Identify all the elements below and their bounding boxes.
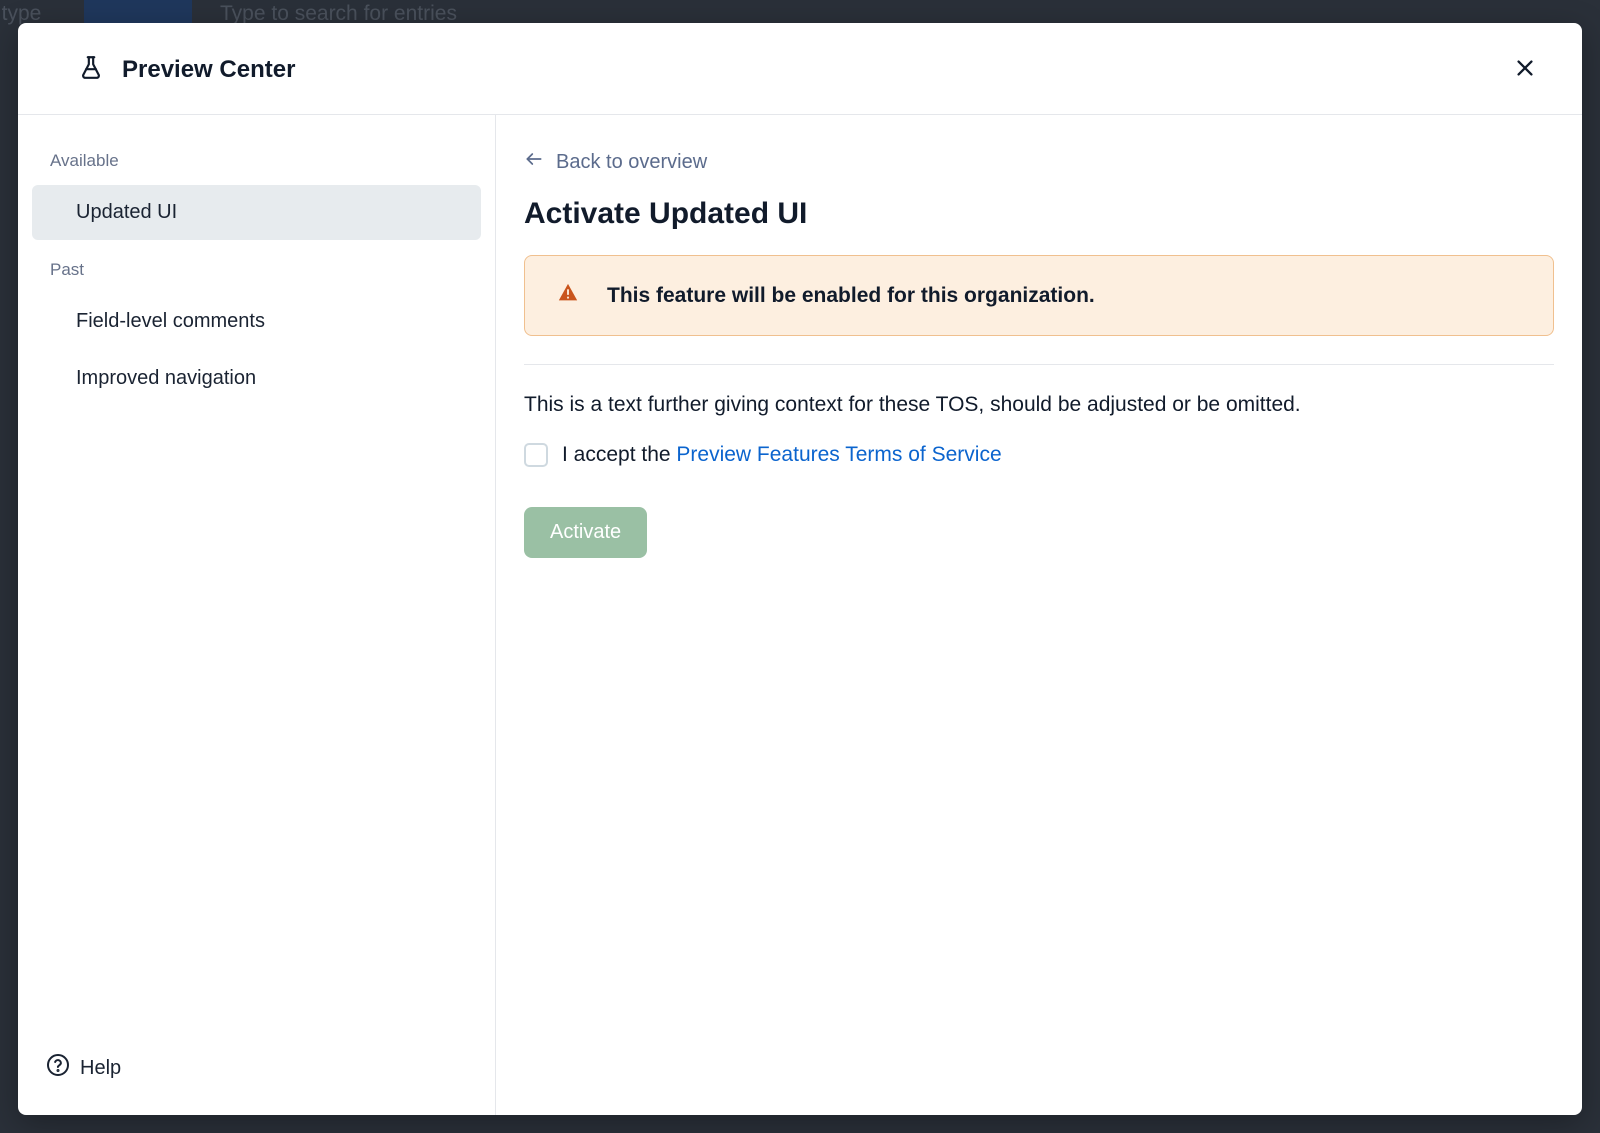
close-button[interactable] [1508,51,1542,88]
tos-accept-checkbox[interactable] [524,443,548,467]
sidebar: Available Updated UI Past Field-level co… [18,115,496,1115]
back-label: Back to overview [556,151,707,174]
tos-link[interactable]: Preview Features Terms of Service [676,443,1001,466]
modal-title-group: Preview Center [78,54,295,85]
close-icon [1514,57,1536,82]
warning-banner: This feature will be enabled for this or… [524,255,1554,336]
sidebar-item-improved-nav[interactable]: Improved navigation [32,351,481,406]
sidebar-item-field-comments[interactable]: Field-level comments [32,294,481,349]
flask-icon [78,54,104,85]
accept-prefix: I accept the [562,443,676,466]
sidebar-section-past: Past [32,242,481,294]
sidebar-section-available: Available [32,145,481,185]
sidebar-item-updated-ui[interactable]: Updated UI [32,185,481,240]
context-text: This is a text further giving context fo… [524,393,1554,417]
help-icon [46,1053,70,1083]
modal-header: Preview Center [18,23,1582,115]
divider [524,364,1554,365]
sidebar-item-label: Field-level comments [76,310,265,332]
help-link[interactable]: Help [32,1041,481,1095]
help-label: Help [80,1057,121,1080]
main-panel: Back to overview Activate Updated UI Thi… [496,115,1582,1115]
page-title: Activate Updated UI [524,197,1554,231]
sidebar-item-label: Improved navigation [76,367,256,389]
back-to-overview-link[interactable]: Back to overview [524,145,707,179]
preview-center-modal: Preview Center Available Updated UI Past… [18,23,1582,1115]
warning-icon [557,282,579,309]
activate-button[interactable]: Activate [524,507,647,558]
tos-accept-row: I accept the Preview Features Terms of S… [524,443,1554,467]
arrow-left-icon [524,149,544,175]
tos-accept-label: I accept the Preview Features Terms of S… [562,443,1002,467]
modal-body: Available Updated UI Past Field-level co… [18,115,1582,1115]
sidebar-item-label: Updated UI [76,201,177,223]
warning-text: This feature will be enabled for this or… [607,284,1095,308]
modal-title: Preview Center [122,56,295,84]
